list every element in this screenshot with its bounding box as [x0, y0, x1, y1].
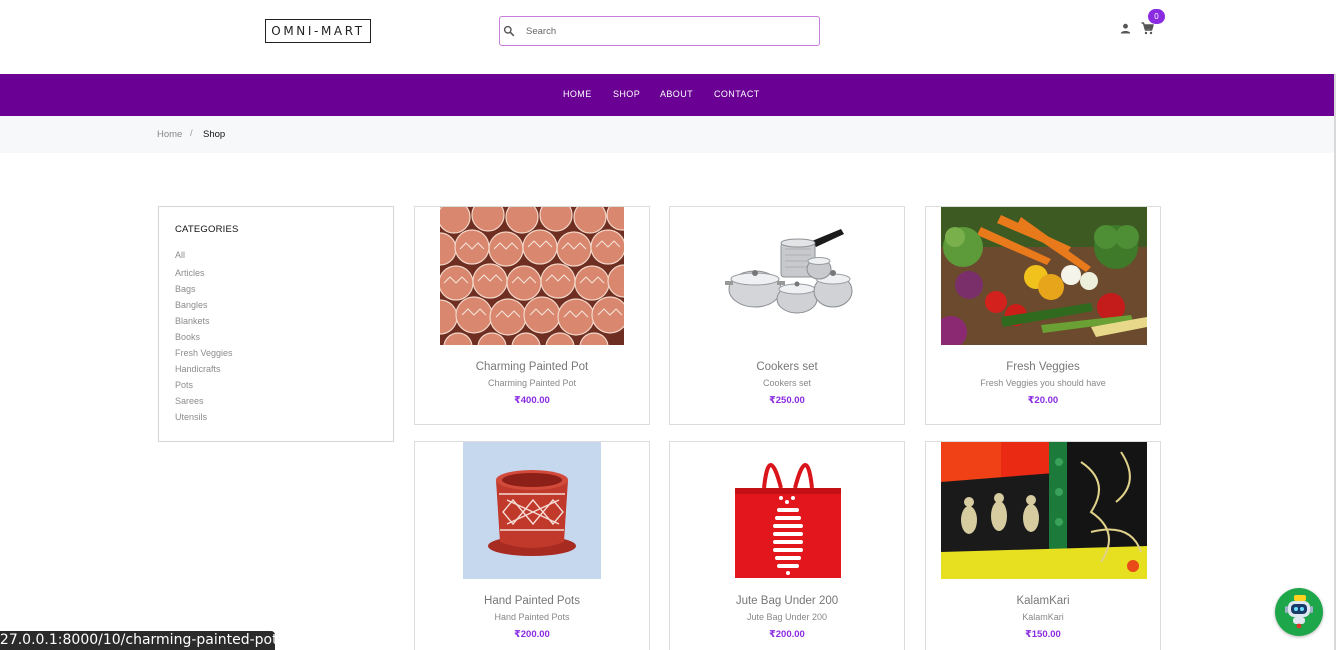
breadcrumb-home-link[interactable]: Home [157, 129, 182, 140]
category-books[interactable]: Books [175, 332, 200, 342]
product-card[interactable]: KalamKari KalamKari ₹150.00 [925, 441, 1161, 650]
product-name[interactable]: Fresh Veggies [926, 361, 1160, 373]
category-bags[interactable]: Bags [175, 284, 196, 294]
product-description: Charming Painted Pot [487, 378, 577, 388]
category-articles[interactable]: Articles [175, 268, 205, 278]
chatbot-button[interactable] [1275, 588, 1323, 636]
search-input[interactable] [526, 22, 806, 40]
nav-contact[interactable]: CONTACT [714, 89, 760, 99]
cart-icon[interactable] [1141, 22, 1154, 35]
category-pots[interactable]: Pots [175, 380, 193, 390]
product-price: ₹200.00 [769, 629, 805, 640]
nav-about[interactable]: ABOUT [660, 89, 693, 99]
product-description: Jute Bag Under 200 [746, 612, 828, 622]
link-status-bar: 127.0.0.1:8000/10/charming-painted-pot/ [0, 631, 275, 650]
search-icon [503, 25, 515, 37]
breadcrumb-separator: / [190, 128, 193, 139]
category-fresh-veggies[interactable]: Fresh Veggies [175, 348, 233, 358]
robot-icon [1285, 595, 1313, 629]
jute-bag-image[interactable] [719, 442, 857, 579]
categories-title: CATEGORIES [175, 224, 239, 235]
category-all[interactable]: All [175, 250, 185, 260]
breadcrumb: Home / Shop [0, 116, 1334, 153]
product-description: Cookers set [762, 378, 812, 388]
main-nav: HOME SHOP ABOUT CONTACT [0, 74, 1334, 116]
product-card[interactable]: Hand Painted Pots Hand Painted Pots ₹200… [414, 441, 650, 650]
category-handicrafts[interactable]: Handicrafts [175, 364, 221, 374]
hand-painted-pot-image[interactable] [463, 442, 601, 579]
product-card[interactable]: Fresh Veggies Fresh Veggies you should h… [925, 206, 1161, 425]
product-description: KalamKari [1022, 612, 1064, 622]
site-logo[interactable]: OMNI-MART [265, 19, 371, 43]
category-utensils[interactable]: Utensils [175, 412, 207, 422]
product-price: ₹400.00 [514, 395, 550, 406]
product-card[interactable]: Charming Painted Pot Charming Painted Po… [414, 206, 650, 425]
product-price: ₹20.00 [1027, 395, 1059, 406]
status-url: 127.0.0.1:8000/10/charming-painted-pot/ [0, 632, 275, 648]
product-price: ₹150.00 [1025, 629, 1061, 640]
category-blankets[interactable]: Blankets [175, 316, 210, 326]
nav-shop[interactable]: SHOP [613, 89, 640, 99]
painted-pots-image[interactable] [440, 207, 624, 345]
categories-panel: CATEGORIES All Articles Bags Bangles Bla… [158, 206, 394, 442]
cookers-set-image[interactable] [719, 207, 857, 345]
product-price: ₹200.00 [514, 629, 550, 640]
product-price: ₹250.00 [769, 395, 805, 406]
product-name[interactable]: Cookers set [670, 361, 904, 373]
fresh-veggies-image[interactable] [941, 207, 1147, 345]
product-name[interactable]: KalamKari [926, 595, 1160, 607]
cart-count-badge: 0 [1148, 9, 1165, 24]
search-box[interactable] [499, 16, 820, 46]
product-card[interactable]: Cookers set Cookers set ₹250.00 [669, 206, 905, 425]
product-card[interactable]: Jute Bag Under 200 Jute Bag Under 200 ₹2… [669, 441, 905, 650]
site-header: OMNI-MART 0 [0, 0, 1336, 74]
category-bangles[interactable]: Bangles [175, 300, 208, 310]
category-sarees[interactable]: Sarees [175, 396, 204, 406]
kalamkari-saree-image[interactable] [941, 442, 1147, 579]
product-name[interactable]: Charming Painted Pot [415, 361, 649, 373]
product-description: Hand Painted Pots [494, 612, 570, 622]
nav-home[interactable]: HOME [563, 89, 592, 99]
product-name[interactable]: Jute Bag Under 200 [670, 595, 904, 607]
product-description: Fresh Veggies you should have [980, 378, 1106, 388]
product-name[interactable]: Hand Painted Pots [415, 595, 649, 607]
user-icon[interactable] [1120, 23, 1131, 34]
breadcrumb-current: Shop [203, 129, 226, 140]
